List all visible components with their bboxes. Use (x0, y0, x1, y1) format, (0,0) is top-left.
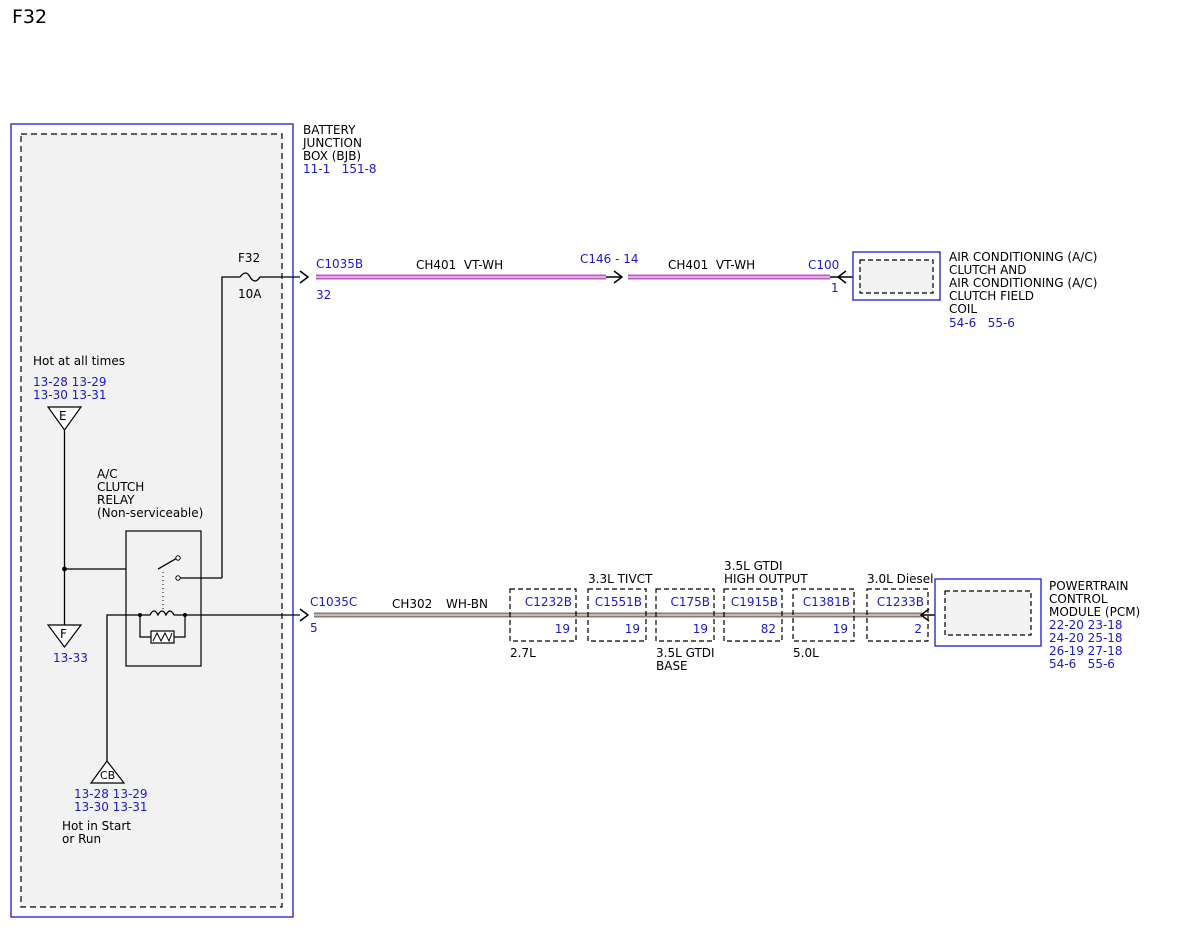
inline-connector-pin-5: 2 (914, 622, 922, 636)
node-cb-label: CB (100, 769, 115, 782)
inline-connector-name-2: C175B (670, 595, 710, 609)
pcm-refs-2: 24-20 25-18 (1049, 631, 1123, 645)
inline-connector-name-1: C1551B (595, 595, 642, 609)
inline-connector-pin-3: 82 (761, 622, 776, 636)
relay-label-line-3: RELAY (97, 493, 135, 507)
hot-all-times-refs-1: 13-28 13-29 (33, 375, 107, 389)
hot-start-label-1: Hot in Start (62, 819, 131, 833)
fuse-label: F32 (238, 251, 260, 265)
pcm-name-1: POWERTRAIN (1049, 579, 1129, 593)
conn-c100: C100 (808, 258, 839, 272)
pcm-refs-3: 26-19 27-18 (1049, 644, 1123, 658)
ac-clutch-name-4: CLUTCH FIELD (949, 289, 1034, 303)
relay-label-line-2: CLUTCH (97, 480, 144, 494)
bjb-inner-box (20, 133, 283, 908)
wire-ch302-circuit: CH302 (392, 597, 432, 611)
page-title: F32 (12, 6, 47, 28)
wire-ch401-label-1: CH401 VT-WH (416, 258, 503, 272)
ac-clutch-name-3: AIR CONDITIONING (A/C) (949, 276, 1097, 290)
inline-connector-variant-3-line-0: 3.5L GTDI (724, 559, 783, 573)
node-e-label: E (59, 409, 67, 423)
fuse-rating: 10A (238, 287, 262, 301)
pcm-refs-4: 54-6 55-6 (1049, 657, 1115, 671)
hot-all-times-refs-2: 13-30 13-31 (33, 388, 107, 402)
inline-connector-name-3: C1915B (731, 595, 778, 609)
bjb-name-line-3: BOX (BJB) (303, 149, 361, 163)
pcm-name-2: CONTROL (1049, 592, 1108, 606)
ac-clutch-refs: 54-6 55-6 (949, 316, 1015, 330)
inline-connector-pin-0: 19 (555, 622, 570, 636)
conn-c146: C146 - 14 (580, 252, 639, 266)
relay-label-line-4: (Non-serviceable) (97, 506, 203, 520)
conn-c1035c: C1035C (310, 595, 357, 609)
hot-start-label-2: or Run (62, 832, 101, 846)
inline-connector-variant-2-line-1: BASE (656, 659, 688, 673)
inline-connector-pin-2: 19 (693, 622, 708, 636)
inline-connector-pin-1: 19 (625, 622, 640, 636)
conn-c146-arrow (606, 270, 624, 284)
node-f-label: F (60, 627, 67, 641)
wire-ch302-color: WH-BN (446, 597, 488, 611)
hot-all-times-label: Hot at all times (33, 354, 125, 368)
wiring-diagram: F32 BATTERY JUNCTION BOX (BJB) 11-1 151-… (10, 6, 1140, 918)
conn-c1035b: C1035B (316, 257, 363, 271)
inline-connector-name-0: C1232B (525, 595, 572, 609)
relay-body (125, 530, 202, 667)
conn-c1035b-pin: 32 (316, 288, 331, 302)
inline-connector-name-4: C1381B (803, 595, 850, 609)
relay-contact-no (175, 575, 181, 581)
wire-ch401-label-2: CH401 VT-WH (668, 258, 755, 272)
inline-connector-variant-5-line-0: 3.0L Diesel (867, 572, 934, 586)
relay-contact-nc (175, 555, 181, 561)
ac-clutch-name-5: COIL (949, 302, 977, 316)
hot-start-refs-1: 13-28 13-29 (74, 787, 148, 801)
hot-start-refs-2: 13-30 13-31 (74, 800, 148, 814)
pcm-refs-1: 22-20 23-18 (1049, 618, 1123, 632)
bjb-top-output-arrow (299, 270, 310, 284)
conn-c100-pin: 1 (831, 281, 839, 295)
inline-connector-variant-3-line-1: HIGH OUTPUT (724, 572, 808, 586)
pcm-inner (944, 590, 1032, 636)
relay-label-line-1: A/C (97, 467, 118, 481)
ac-clutch-inner (859, 259, 934, 294)
inline-connector-variant-0-line-0: 2.7L (510, 646, 536, 660)
pcm-name-3: MODULE (PCM) (1049, 605, 1140, 619)
inline-connector-variant-1-line-0: 3.3L TIVCT (588, 572, 653, 586)
ac-clutch-name-2: CLUTCH AND (949, 263, 1027, 277)
bjb-name-line-2: JUNCTION (302, 136, 362, 150)
conn-c1035c-pin: 5 (310, 621, 318, 635)
inline-connector-name-5: C1233B (877, 595, 924, 609)
inline-connector-variant-2-line-0: 3.5L GTDI (656, 646, 715, 660)
bjb-name-line-1: BATTERY (303, 123, 356, 137)
inline-connector-pin-4: 19 (833, 622, 848, 636)
node-f-ref: 13-33 (53, 651, 88, 665)
bjb-bottom-output-arrow (299, 608, 310, 622)
bjb-refs: 11-1 151-8 (303, 162, 377, 176)
inline-connector-variant-4-line-0: 5.0L (793, 646, 819, 660)
ac-clutch-name-1: AIR CONDITIONING (A/C) (949, 250, 1097, 264)
